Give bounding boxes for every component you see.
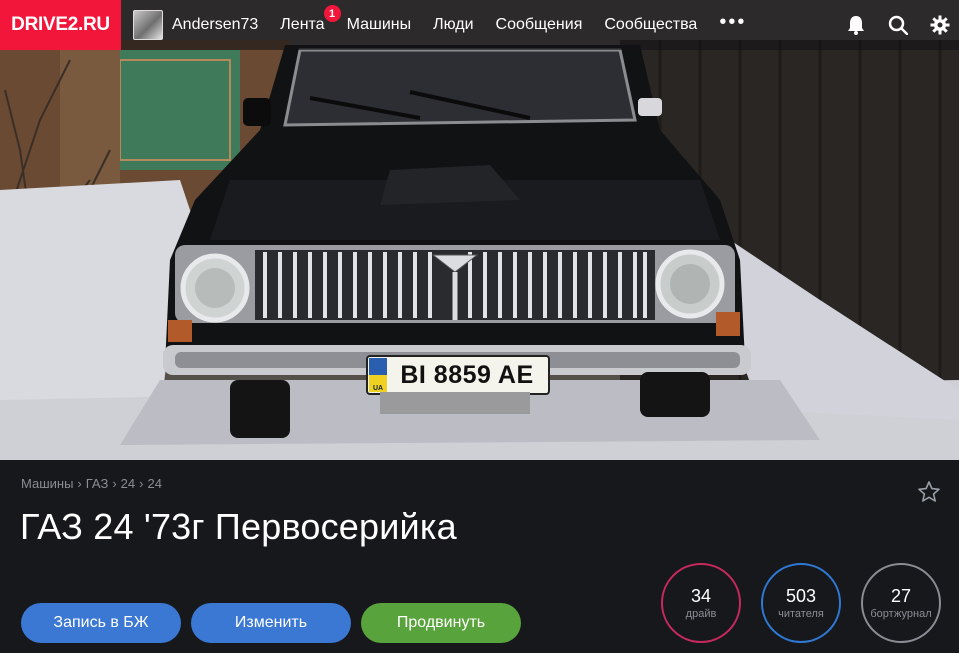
user-avatar[interactable] — [133, 10, 163, 40]
license-plate-country: UA — [372, 385, 384, 392]
license-plate: BI 8859 AE — [386, 356, 548, 394]
nav-item-messages[interactable]: Сообщения — [496, 16, 583, 34]
breadcrumb-item[interactable]: 24 — [121, 476, 135, 491]
gear-icon[interactable] — [929, 14, 951, 36]
car-photo[interactable]: BI 8859 AE UA — [0, 0, 959, 460]
breadcrumb-item[interactable]: ГАЗ — [86, 476, 109, 491]
readers-stat[interactable]: 503 читателя — [761, 563, 841, 643]
promote-button[interactable]: Продвинуть — [361, 603, 521, 643]
edit-button[interactable]: Изменить — [191, 603, 351, 643]
drives-label: драйв — [685, 608, 717, 620]
breadcrumb-separator: › — [112, 476, 117, 491]
nav-item-communities[interactable]: Сообщества — [604, 16, 697, 34]
notification-badge: 1 — [323, 5, 341, 22]
journal-label: бортжурнал — [870, 608, 932, 620]
page-title: ГАЗ 24 '73г Первосерийка — [20, 506, 457, 547]
breadcrumb-separator: › — [77, 476, 82, 491]
nav-item-cars[interactable]: Машины — [347, 16, 412, 34]
readers-count: 503 — [785, 586, 817, 606]
add-logbook-entry-button[interactable]: Запись в БЖ — [21, 603, 181, 643]
journal-count: 27 — [890, 586, 912, 606]
breadcrumb-item[interactable]: Машины — [21, 476, 73, 491]
search-icon[interactable] — [887, 14, 909, 36]
drives-count: 34 — [690, 586, 712, 606]
breadcrumb: Машины › ГАЗ › 24 › 24 — [21, 476, 162, 491]
breadcrumb-separator: › — [139, 476, 144, 491]
page: BI 8859 AE UA DRIVE2.RU Andersen73 Лента… — [0, 0, 959, 653]
bell-icon[interactable] — [845, 14, 867, 36]
site-logo[interactable]: DRIVE2.RU — [0, 0, 121, 50]
drives-stat[interactable]: 34 драйв — [661, 563, 741, 643]
breadcrumb-item[interactable]: 24 — [147, 476, 161, 491]
star-icon[interactable] — [917, 480, 941, 504]
nav-item-feed[interactable]: Лента 1 — [280, 5, 341, 34]
nav-item-feed-label: Лента — [280, 16, 325, 33]
license-plate-text: BI 8859 AE — [400, 360, 534, 389]
car-info-panel: Машины › ГАЗ › 24 › 24 ГАЗ 24 '73г Первосерийк… — [0, 460, 959, 653]
nav-user-link[interactable]: Andersen73 — [172, 16, 258, 34]
journal-stat[interactable]: 27 бортжурнал — [861, 563, 941, 643]
navbar-actions — [825, 0, 951, 50]
site-logo-text: DRIVE2.RU — [11, 14, 110, 35]
nav-item-people[interactable]: Люди — [433, 16, 473, 34]
more-menu-icon[interactable]: ••• — [719, 12, 746, 32]
top-navbar: DRIVE2.RU Andersen73 Лента 1 Машины Люди… — [0, 0, 959, 50]
readers-label: читателя — [778, 608, 824, 620]
